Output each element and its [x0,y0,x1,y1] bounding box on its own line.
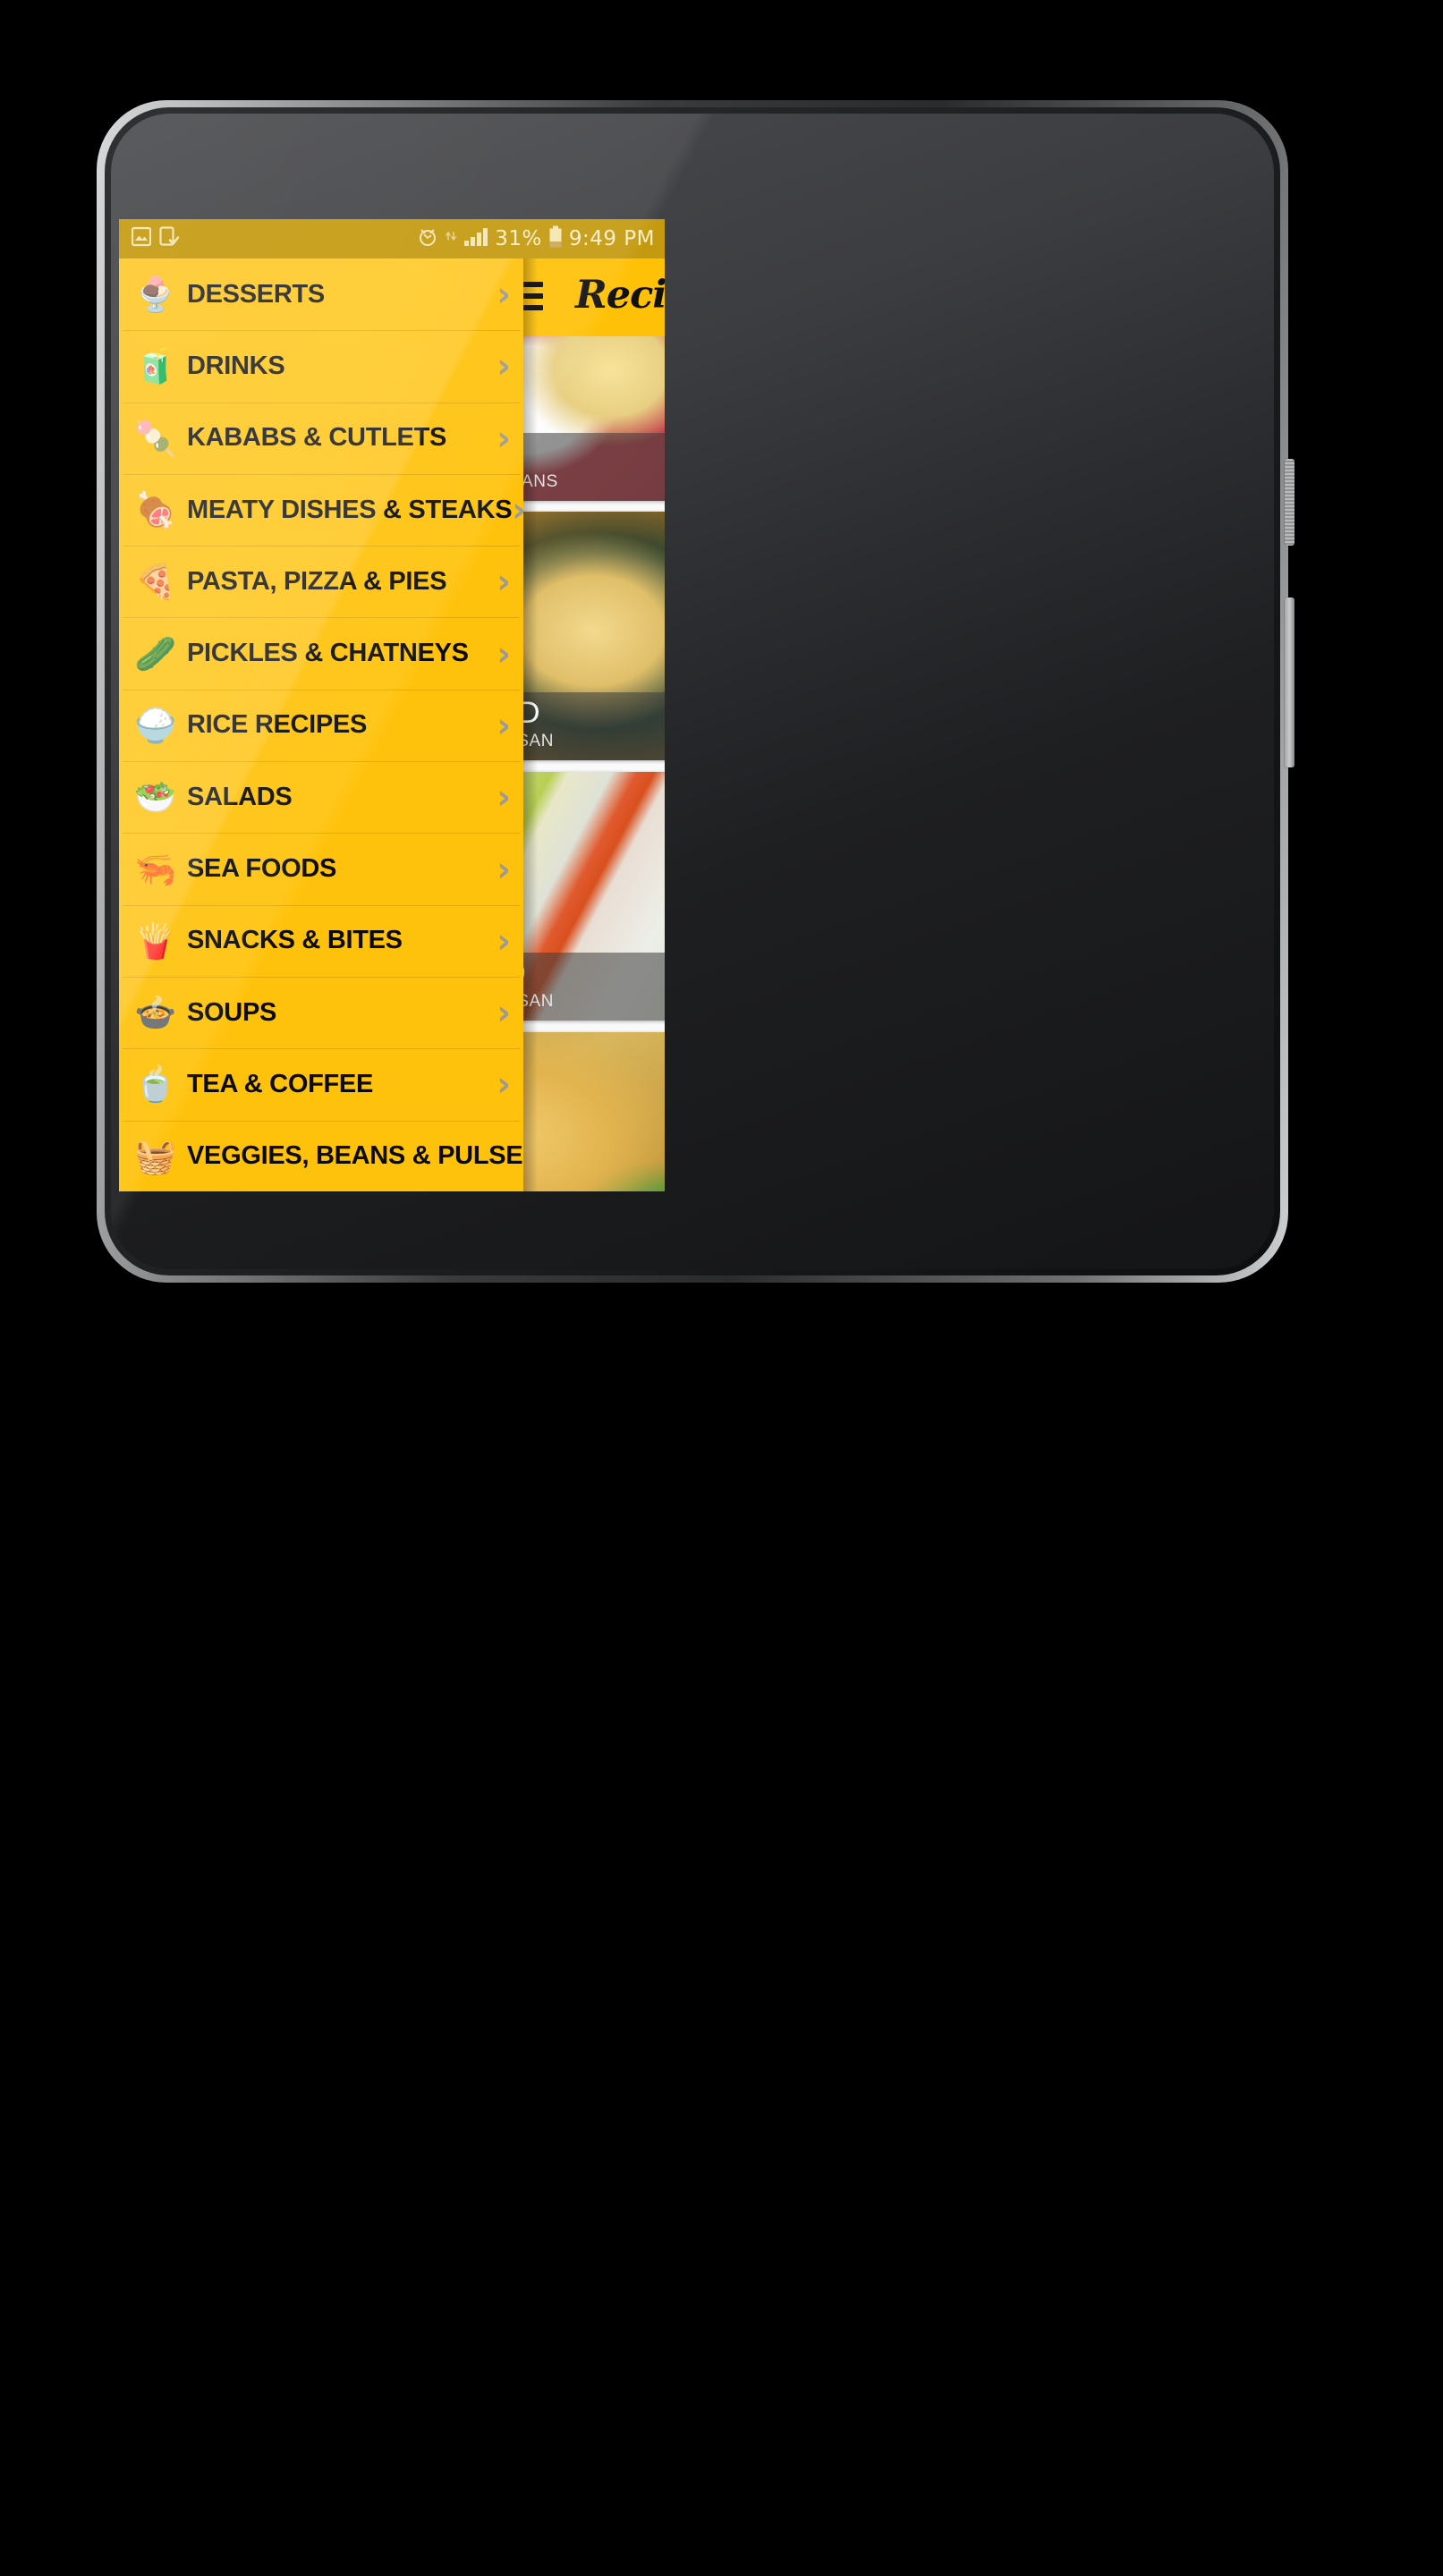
screenshot-saved-icon [131,226,152,252]
power-button[interactable] [1285,459,1294,546]
drawer-item-veggies-beans-pulses[interactable]: 🧺 VEGGIES, BEANS & PULSES › [119,1120,523,1191]
pizza-icon: 🍕 [134,562,177,602]
chevron-right-icon: › [497,1064,511,1105]
drawer-item-label: PICKLES & CHATNEYS [187,639,469,668]
chevron-right-icon: › [497,418,511,458]
drawer-item-pasta-pizza-pies[interactable]: 🍕 PASTA, PIZZA & PIES › [119,546,523,617]
chevron-right-icon: › [497,346,511,386]
tea-cup-icon: 🍵 [134,1064,177,1105]
drawer-item-label: RICE RECIPES [187,710,368,740]
volume-rocker-button[interactable] [1285,597,1294,767]
download-complete-icon [159,225,180,252]
chevron-right-icon: › [497,633,511,674]
drawer-item-snacks-bites[interactable]: 🍟 SNACKS & BITES › [119,904,523,977]
drawer-item-salads[interactable]: 🥗 SALADS › [119,761,523,833]
drawer-item-label: VEGGIES, BEANS & PULSES [187,1141,523,1171]
drawer-item-meaty-dishes-steaks[interactable]: 🍖 MEATY DISHES & STEAKS › [119,473,523,546]
drawer-item-label: PASTA, PIZZA & PIES [187,566,447,596]
phone-screen: 31% 9:49 PM Reci MALKA VEGGIES, BEANS [119,219,665,1191]
drawer-item-tea-coffee[interactable]: 🍵 TEA & COFFEE › [119,1048,523,1120]
status-bar: 31% 9:49 PM [119,219,665,258]
veggie-basket-icon: 🧺 [134,1136,177,1176]
drawer-item-list: 🍨 DESSERTS › 🧃 DRINKS › 🍡 KABABS & CUTLE… [119,258,523,1191]
drawer-item-pickles-chatneys[interactable]: 🥒 PICKLES & CHATNEYS › [119,617,523,689]
chevron-right-icon: › [497,562,511,602]
drawer-item-soups[interactable]: 🍲 SOUPS › [119,976,523,1048]
drawer-item-label: DESSERTS [187,279,325,309]
battery-icon [548,225,563,253]
drawer-item-drinks[interactable]: 🧃 DRINKS › [119,330,523,402]
drawer-item-label: SNACKS & BITES [187,926,403,955]
clock-label: 9:49 PM [568,227,655,250]
pickle-jar-icon: 🥒 [134,633,177,674]
chevron-right-icon: › [497,920,511,961]
soup-icon: 🍲 [134,993,177,1033]
drawer-item-label: TEA & COFFEE [187,1069,373,1098]
kabab-icon: 🍡 [134,418,177,458]
drawer-item-rice-recipes[interactable]: 🍚 RICE RECIPES › [119,689,523,761]
navigation-drawer[interactable]: 🍨 DESSERTS › 🧃 DRINKS › 🍡 KABABS & CUTLE… [119,258,523,1191]
drawer-shadow [523,258,538,1191]
chevron-right-icon: › [497,275,511,315]
signal-bars-icon [463,226,488,252]
drinks-icon: 🧃 [134,346,177,386]
chevron-right-icon: › [512,493,523,527]
fries-icon: 🍟 [134,920,177,961]
seafood-icon: 🦐 [134,849,177,889]
salad-icon: 🥗 [134,777,177,818]
drawer-item-label: SALADS [187,782,293,811]
drawer-item-label: KABABS & CUTLETS [187,423,447,453]
chevron-right-icon: › [497,777,511,818]
app-title: Reci [575,273,665,318]
drawer-item-sea-foods[interactable]: 🦐 SEA FOODS › [119,833,523,904]
drawer-item-desserts[interactable]: 🍨 DESSERTS › [119,258,523,330]
chevron-right-icon: › [497,993,511,1033]
alarm-icon [417,226,438,252]
drawer-item-kababs-cutlets[interactable]: 🍡 KABABS & CUTLETS › [119,402,523,474]
drawer-item-label: SOUPS [187,997,277,1027]
drawer-item-label: SEA FOODS [187,854,337,884]
dessert-icon: 🍨 [134,275,177,315]
meat-icon: 🍖 [134,490,177,530]
data-transfer-icon [445,227,457,251]
drawer-item-label: DRINKS [187,351,285,380]
drawer-item-label: MEATY DISHES & STEAKS [187,495,513,524]
battery-percent-label: 31% [495,227,542,250]
rice-bowl-icon: 🍚 [134,705,177,745]
chevron-right-icon: › [497,705,511,745]
chevron-right-icon: › [497,849,511,889]
